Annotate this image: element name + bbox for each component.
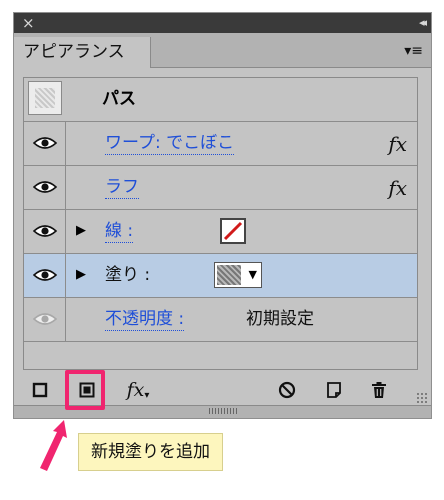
callout-arrow-icon	[40, 420, 67, 471]
tooltip: 新規塗りを追加	[78, 433, 223, 471]
